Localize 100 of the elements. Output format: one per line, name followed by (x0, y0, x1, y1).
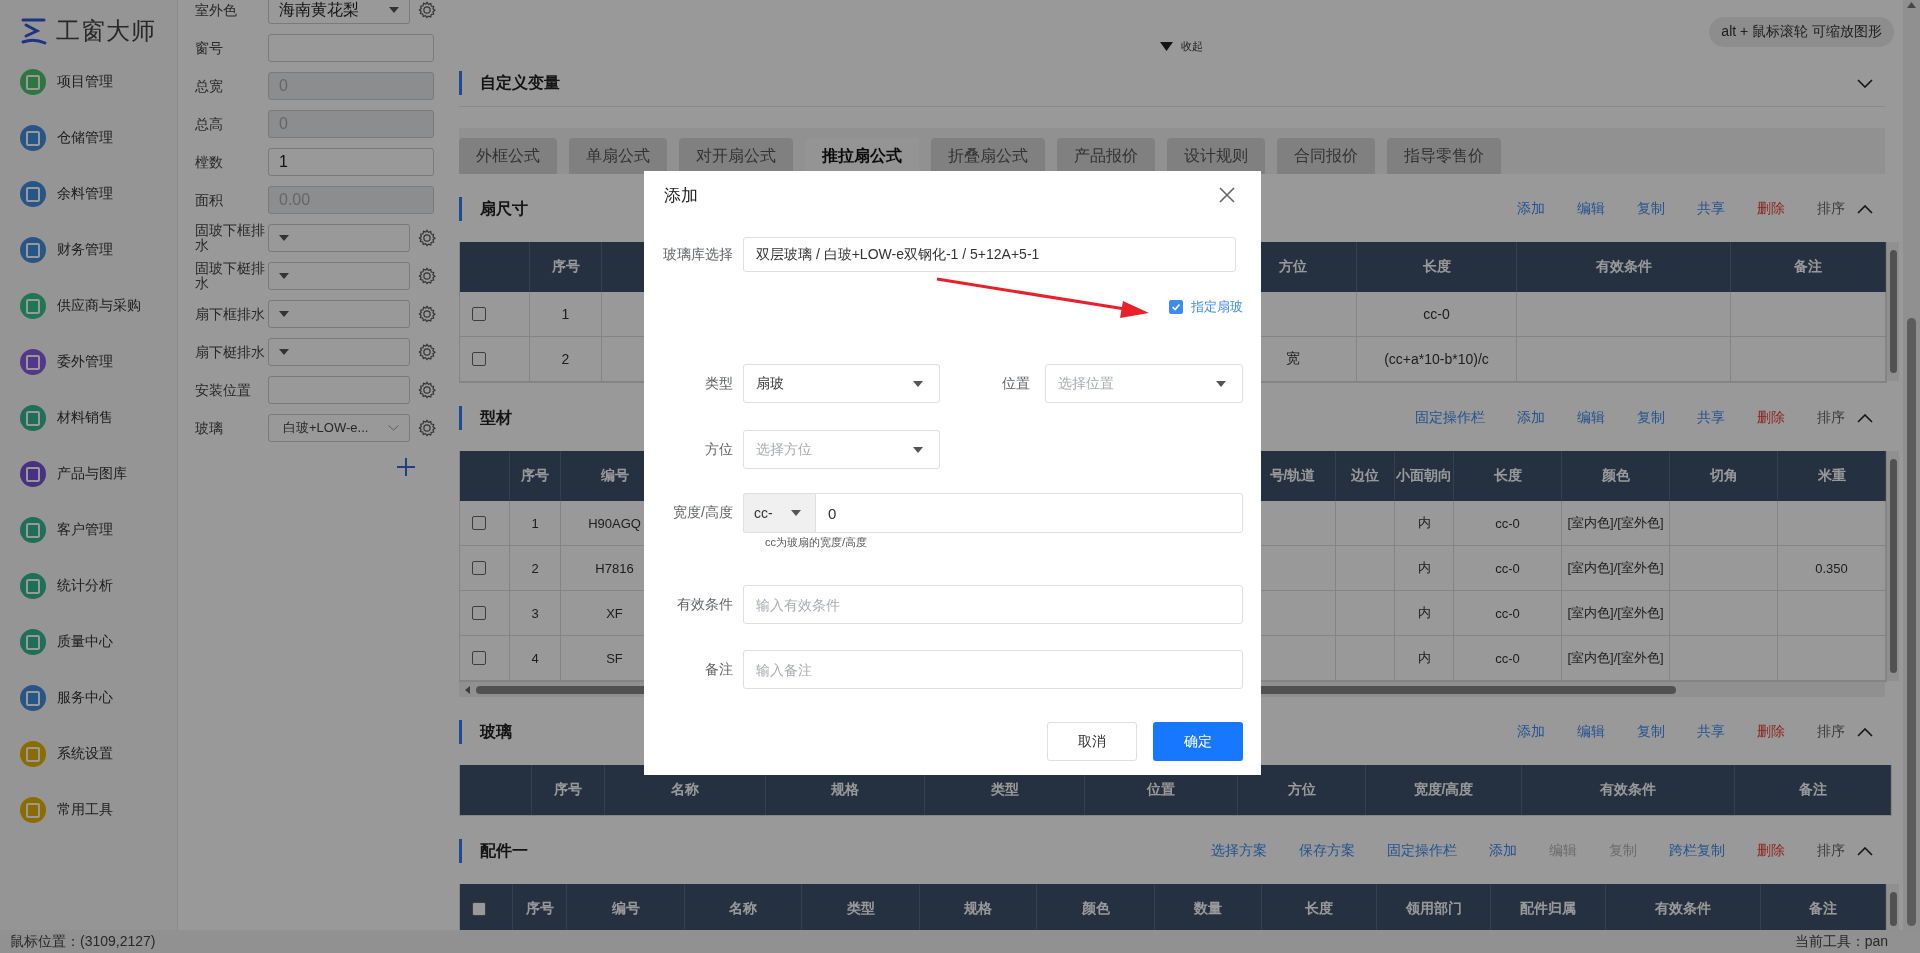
action-link[interactable]: 删除 (1757, 842, 1785, 860)
action-link[interactable]: 跨栏复制 (1669, 842, 1725, 860)
action-link[interactable]: 选择方案 (1211, 842, 1267, 860)
settings-icon[interactable] (418, 343, 436, 361)
confirm-button[interactable]: 确定 (1153, 722, 1243, 761)
settings-icon[interactable] (418, 1, 436, 19)
glass-library-field[interactable]: 双层玻璃 / 白玻+LOW-e双钢化-1 / 5+12A+5-1 (743, 237, 1236, 272)
checkbox-label[interactable]: 指定扇玻 (1191, 298, 1243, 316)
nav-item[interactable]: 常用工具 (0, 782, 177, 838)
scroll-up-icon[interactable] (1907, 2, 1916, 8)
prefix-select[interactable]: cc- (743, 493, 815, 533)
table-scrollbar[interactable] (1887, 242, 1899, 381)
add-icon[interactable] (397, 458, 415, 476)
row-checkbox[interactable] (472, 516, 486, 530)
chevron-down-icon[interactable] (1857, 78, 1873, 88)
action-link[interactable]: 复制 (1637, 723, 1665, 741)
action-link[interactable]: 添加 (1517, 723, 1545, 741)
action-link[interactable]: 排序 (1817, 842, 1845, 860)
action-link[interactable]: 删除 (1757, 200, 1785, 218)
select-field[interactable] (268, 262, 410, 290)
action-link[interactable]: 复制 (1637, 200, 1665, 218)
nav-item[interactable]: 财务管理 (0, 222, 177, 278)
select-all-checkbox[interactable] (472, 902, 486, 916)
action-link[interactable]: 复制 (1637, 409, 1665, 427)
action-link[interactable]: 删除 (1757, 723, 1785, 741)
select-field[interactable] (268, 338, 410, 366)
nav-item[interactable]: 统计分析 (0, 558, 177, 614)
size-field[interactable]: 0 (815, 493, 1243, 533)
tab[interactable]: 设计规则 (1167, 138, 1265, 174)
text-field[interactable] (268, 34, 434, 62)
select-field[interactable]: 海南黄花梨 (268, 0, 410, 24)
tab[interactable]: 折叠扇公式 (931, 138, 1045, 174)
chevron-up-icon[interactable] (1857, 846, 1873, 856)
nav-item[interactable]: 系统设置 (0, 726, 177, 782)
scroll-left-icon[interactable] (465, 685, 470, 694)
cancel-button[interactable]: 取消 (1047, 722, 1137, 761)
row-checkbox[interactable] (472, 352, 486, 366)
field-label: 玻璃库选择 (662, 245, 733, 264)
tab[interactable]: 指导零售价 (1387, 138, 1501, 174)
collapse-toggle[interactable]: 收起 (1159, 39, 1203, 60)
action-link[interactable]: 编辑 (1577, 409, 1605, 427)
nav-item[interactable]: 供应商与采购 (0, 278, 177, 334)
action-link[interactable]: 删除 (1757, 409, 1785, 427)
tab[interactable]: 外框公式 (459, 138, 557, 174)
action-link[interactable]: 排序 (1817, 409, 1845, 427)
chevron-up-icon[interactable] (1857, 727, 1873, 737)
nav-item[interactable]: 产品与图库 (0, 446, 177, 502)
action-link[interactable]: 固定操作栏 (1415, 409, 1485, 427)
sash-glass-checkbox[interactable] (1169, 300, 1183, 314)
tab[interactable]: 单扇公式 (569, 138, 667, 174)
table-scrollbar[interactable] (1887, 451, 1899, 681)
chevron-up-icon[interactable] (1857, 204, 1873, 214)
text-field[interactable] (268, 376, 410, 404)
action-link[interactable]: 保存方案 (1299, 842, 1355, 860)
action-link[interactable]: 共享 (1697, 409, 1725, 427)
tab[interactable]: 合同报价 (1277, 138, 1375, 174)
action-link[interactable]: 编辑 (1577, 723, 1605, 741)
table-scrollbar[interactable] (1887, 884, 1899, 930)
row-checkbox[interactable] (472, 651, 486, 665)
action-link[interactable]: 添加 (1489, 842, 1517, 860)
row-checkbox[interactable] (472, 307, 486, 321)
settings-icon[interactable] (418, 381, 436, 399)
nav-item[interactable]: 客户管理 (0, 502, 177, 558)
select-field[interactable] (268, 300, 410, 328)
nav-item[interactable]: 委外管理 (0, 334, 177, 390)
tab[interactable]: 产品报价 (1057, 138, 1155, 174)
nav-item[interactable]: 仓储管理 (0, 110, 177, 166)
type-select[interactable]: 扇玻 (743, 364, 940, 403)
settings-icon[interactable] (418, 305, 436, 323)
close-button[interactable] (1218, 186, 1236, 204)
position-select[interactable]: 选择位置 (1045, 364, 1243, 403)
action-link[interactable]: 排序 (1817, 200, 1845, 218)
remark-field[interactable]: 输入备注 (743, 650, 1243, 689)
condition-field[interactable]: 输入有效条件 (743, 585, 1243, 624)
settings-icon[interactable] (418, 419, 436, 437)
action-link[interactable]: 添加 (1517, 200, 1545, 218)
text-field[interactable]: 1 (268, 148, 434, 176)
select-field[interactable] (268, 224, 410, 252)
action-link[interactable]: 固定操作栏 (1387, 842, 1457, 860)
settings-icon[interactable] (418, 267, 436, 285)
action-link[interactable]: 编辑 (1577, 200, 1605, 218)
nav-item[interactable]: 材料销售 (0, 390, 177, 446)
action-link[interactable]: 共享 (1697, 200, 1725, 218)
nav-item[interactable]: 余料管理 (0, 166, 177, 222)
row-checkbox[interactable] (472, 561, 486, 575)
caret-icon (279, 235, 289, 241)
page-scrollbar[interactable] (1903, 0, 1920, 930)
tab[interactable]: 对开扇公式 (679, 138, 793, 174)
orientation-select[interactable]: 选择方位 (743, 430, 940, 469)
action-link[interactable]: 添加 (1517, 409, 1545, 427)
settings-icon[interactable] (418, 229, 436, 247)
chevron-down-icon (388, 425, 399, 431)
nav-item[interactable]: 项目管理 (0, 54, 177, 110)
nav-item[interactable]: 质量中心 (0, 614, 177, 670)
chevron-up-icon[interactable] (1857, 413, 1873, 423)
nav-item[interactable]: 服务中心 (0, 670, 177, 726)
row-checkbox[interactable] (472, 606, 486, 620)
action-link[interactable]: 共享 (1697, 723, 1725, 741)
select-field[interactable]: 白玻+LOW-e... (268, 414, 410, 442)
action-link[interactable]: 排序 (1817, 723, 1845, 741)
